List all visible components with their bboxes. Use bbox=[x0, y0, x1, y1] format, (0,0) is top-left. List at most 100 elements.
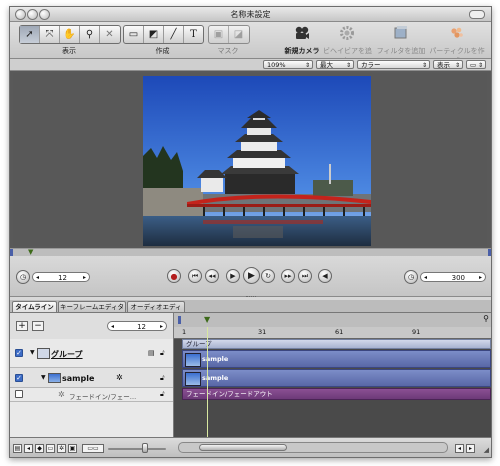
show-keyframes-button[interactable]: ◆ bbox=[35, 444, 44, 453]
tab-audio-editor[interactable]: オーディオエディタ bbox=[127, 301, 185, 322]
popup-arrows-icon: ⇕ bbox=[345, 62, 351, 69]
fade-enable-checkbox[interactable] bbox=[15, 390, 23, 398]
tab-keyframe-editor[interactable]: キーフレームエディタ bbox=[58, 301, 126, 312]
sample-visibility-checkbox[interactable]: ✓ bbox=[15, 374, 23, 382]
mini-playhead-icon[interactable]: ▼ bbox=[28, 248, 33, 256]
add-filter-button[interactable]: フィルタを追加 bbox=[376, 22, 426, 58]
playhead-icon[interactable]: ▼ bbox=[204, 315, 210, 324]
channel-popup[interactable]: カラー ⇕ bbox=[357, 60, 430, 69]
zoom-tool-button[interactable]: ⚲ bbox=[80, 26, 100, 43]
timeline-ruler[interactable]: 1 31 61 91 bbox=[174, 327, 491, 339]
timeline-scrollbar[interactable] bbox=[178, 442, 448, 453]
make-particles-button[interactable]: パーティクルを作成 bbox=[426, 22, 488, 65]
sample-track-bar-1[interactable]: sample bbox=[182, 350, 491, 368]
add-behavior-button[interactable]: ビヘイビアを追加 bbox=[320, 22, 375, 65]
crop-tool-button[interactable]: ✕ bbox=[100, 26, 119, 43]
group-options-icon[interactable]: ▤ bbox=[148, 349, 155, 357]
go-to-end-button[interactable]: ⏭ bbox=[298, 269, 312, 283]
adjust-tool-button[interactable]: ⤧ bbox=[40, 26, 60, 43]
zoom-magnifier-icon[interactable]: ⚲ bbox=[483, 314, 489, 323]
in-point-marker[interactable] bbox=[178, 316, 181, 324]
zoom-level-value: 109% bbox=[267, 61, 286, 69]
play-from-start-button[interactable]: ▶ bbox=[226, 269, 240, 283]
timeline-scroll-thumb[interactable] bbox=[199, 444, 287, 451]
next-frame-button[interactable]: ▸▸ bbox=[281, 269, 295, 283]
end-timing-dial[interactable]: ◷ bbox=[404, 270, 418, 284]
audio-icon: ◂ bbox=[26, 445, 30, 452]
go-to-start-button[interactable]: ⏮ bbox=[188, 269, 202, 283]
canvas-image-castle[interactable] bbox=[143, 76, 371, 246]
record-button[interactable]: ● bbox=[167, 269, 181, 283]
lock-icon[interactable]: 🔓︎ bbox=[160, 374, 165, 383]
keyframe-icon: ◆ bbox=[37, 445, 42, 452]
zoom-slider-thumb[interactable] bbox=[142, 443, 148, 453]
layer-list-pane: + − 12 ◂ ▸ ✓ ▼ グループ ▤ 🔓︎ ✓ ▼ sample ✲ 🔓︎ bbox=[10, 313, 174, 437]
new-camera-button[interactable]: 新規カメラ bbox=[282, 22, 322, 58]
show-audio-button[interactable]: ◂ bbox=[24, 444, 33, 453]
zoom-slider[interactable] bbox=[108, 448, 166, 450]
show-masks-button[interactable]: ▭ bbox=[46, 444, 55, 453]
loop-button[interactable]: ↻ bbox=[261, 269, 275, 283]
play-button[interactable]: ▶ bbox=[243, 267, 260, 284]
mini-timeline-out-point[interactable] bbox=[488, 249, 491, 256]
rectangle-icon: ▭ bbox=[128, 29, 139, 40]
text-tool-button[interactable]: T bbox=[184, 26, 203, 43]
toolbar-toggle-button[interactable] bbox=[469, 10, 485, 19]
scroll-left-button[interactable]: ◂ bbox=[455, 444, 464, 453]
lock-icon[interactable]: 🔓︎ bbox=[160, 349, 165, 358]
adjust-icon: ⤧ bbox=[45, 29, 54, 40]
decrement-arrow-icon[interactable]: ◂ bbox=[111, 322, 114, 332]
group-visibility-checkbox[interactable]: ✓ bbox=[15, 349, 23, 357]
canvas-area[interactable] bbox=[10, 71, 491, 248]
select-tool-button[interactable]: ➚ bbox=[20, 26, 40, 43]
paint-tool-button[interactable]: ╱ bbox=[164, 26, 184, 43]
add-filter-label: フィルタを追加 bbox=[376, 47, 426, 55]
overlay-popup[interactable]: ▭ ⇕ bbox=[466, 60, 486, 69]
increment-arrow-icon[interactable]: ▸ bbox=[160, 322, 163, 332]
clip-thumbnail bbox=[185, 372, 201, 386]
fade-behavior-bar[interactable]: フェードイン/フェードアウト bbox=[182, 388, 491, 400]
track-height-button[interactable]: ▭▭ bbox=[82, 444, 104, 453]
bezier-tool-button[interactable]: ◩ bbox=[144, 26, 164, 43]
layer-row-group[interactable]: ✓ ▼ グループ ▤ 🔓︎ bbox=[10, 339, 173, 368]
disclosure-triangle-icon[interactable]: ▼ bbox=[41, 374, 46, 381]
timeline-tracks-pane[interactable]: 1 31 61 91 ▼ ⚲ グループ sample sample フェードイン… bbox=[174, 313, 491, 437]
resolution-popup[interactable]: 最大 ⇕ bbox=[316, 60, 354, 69]
current-frame-field[interactable]: 12 ◂ ▸ bbox=[32, 272, 90, 282]
add-layer-button[interactable]: + bbox=[16, 321, 28, 331]
sample-track-bar-2[interactable]: sample bbox=[182, 369, 491, 387]
decrement-arrow-icon[interactable]: ◂ bbox=[36, 273, 39, 283]
title-bar: 名称未設定 bbox=[10, 7, 491, 22]
group-track-bar[interactable]: グループ bbox=[182, 339, 491, 349]
pan-tool-button[interactable]: ✋ bbox=[60, 26, 80, 43]
behavior-gear-icon[interactable]: ✲ bbox=[116, 373, 123, 382]
mask-bezier-button[interactable]: ◪ bbox=[229, 26, 248, 43]
decrement-arrow-icon[interactable]: ◂ bbox=[424, 273, 427, 283]
scroll-right-button[interactable]: ▸ bbox=[466, 444, 475, 453]
show-filters-button[interactable]: ▣ bbox=[68, 444, 77, 453]
show-layers-button[interactable]: ▤ bbox=[13, 444, 22, 453]
zoom-level-popup[interactable]: 109% ⇕ bbox=[263, 60, 313, 69]
audio-toggle-button[interactable]: ◀ bbox=[318, 269, 332, 283]
lock-icon[interactable]: 🔓︎ bbox=[160, 390, 165, 399]
show-behaviors-button[interactable]: ✲ bbox=[57, 444, 66, 453]
increment-arrow-icon[interactable]: ▸ bbox=[83, 273, 86, 283]
previous-frame-button[interactable]: ◂◂ bbox=[205, 269, 219, 283]
mini-timeline[interactable]: ▼ bbox=[10, 248, 491, 256]
disclosure-triangle-icon[interactable]: ▼ bbox=[30, 349, 35, 356]
timeline-frame-field[interactable]: 12 ◂ ▸ bbox=[107, 321, 167, 331]
increment-arrow-icon[interactable]: ▸ bbox=[479, 273, 482, 283]
resize-grip-icon[interactable]: ◢ bbox=[484, 446, 489, 454]
canvas-background bbox=[13, 73, 487, 246]
remove-layer-button[interactable]: − bbox=[32, 321, 44, 331]
layer-row-fade[interactable]: ✲ フェードイン/フェー… 🔓︎ bbox=[10, 388, 173, 402]
clip-thumbnail bbox=[185, 353, 201, 367]
rectangle-tool-button[interactable]: ▭ bbox=[124, 26, 144, 43]
view-options-popup[interactable]: 表示 ⇕ bbox=[433, 60, 463, 69]
mini-timeline-in-point[interactable] bbox=[10, 249, 13, 256]
tab-timeline[interactable]: タイムライン bbox=[12, 301, 57, 312]
timing-dial[interactable]: ◷ bbox=[16, 270, 30, 284]
mask-rectangle-button[interactable]: ▣ bbox=[209, 26, 229, 43]
layer-row-sample[interactable]: ✓ ▼ sample ✲ 🔓︎ bbox=[10, 368, 173, 388]
end-frame-field[interactable]: 300 ◂ ▸ bbox=[420, 272, 486, 282]
